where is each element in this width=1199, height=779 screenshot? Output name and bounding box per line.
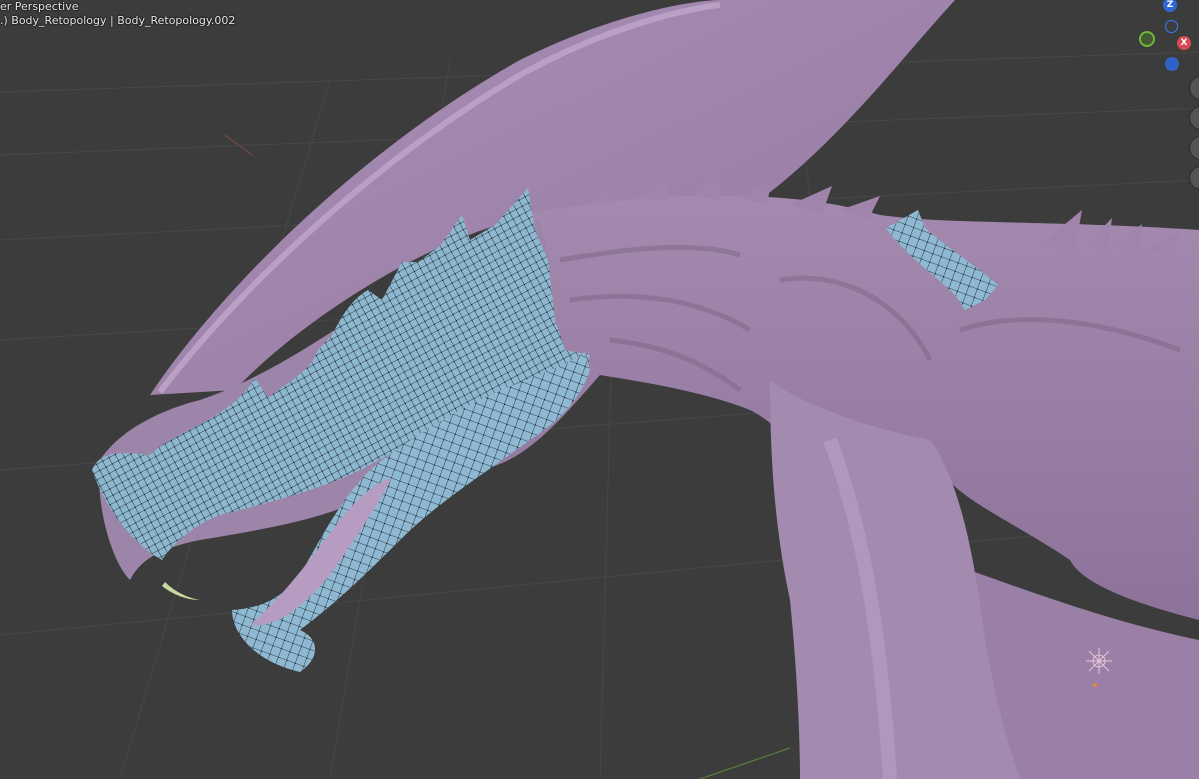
pan-tool-icon[interactable]	[1189, 106, 1199, 130]
gizmo-y-axis[interactable]	[1139, 31, 1155, 47]
viewport-tools	[1189, 76, 1199, 196]
3d-viewport[interactable]: er Perspective .) Body_Retopology | Body…	[0, 0, 1199, 779]
perspective-toggle-icon[interactable]	[1189, 166, 1199, 190]
zoom-tool-icon[interactable]	[1189, 76, 1199, 100]
tooth	[162, 582, 200, 600]
light-empty-icon[interactable]	[1084, 646, 1114, 688]
gizmo-z-axis[interactable]: Z	[1163, 0, 1177, 12]
gizmo-neg-y-axis[interactable]	[1165, 57, 1179, 71]
gizmo-neg-z-axis[interactable]	[1165, 20, 1178, 33]
y-axis-line	[699, 747, 791, 779]
viewport-scene[interactable]	[0, 0, 1199, 779]
object-info: .) Body_Retopology | Body_Retopology.002	[0, 14, 236, 27]
navigation-gizmo[interactable]: Z X	[1139, 0, 1199, 80]
gizmo-x-axis[interactable]: X	[1177, 36, 1191, 50]
view-title: er Perspective	[0, 0, 79, 13]
camera-view-icon[interactable]	[1189, 136, 1199, 160]
